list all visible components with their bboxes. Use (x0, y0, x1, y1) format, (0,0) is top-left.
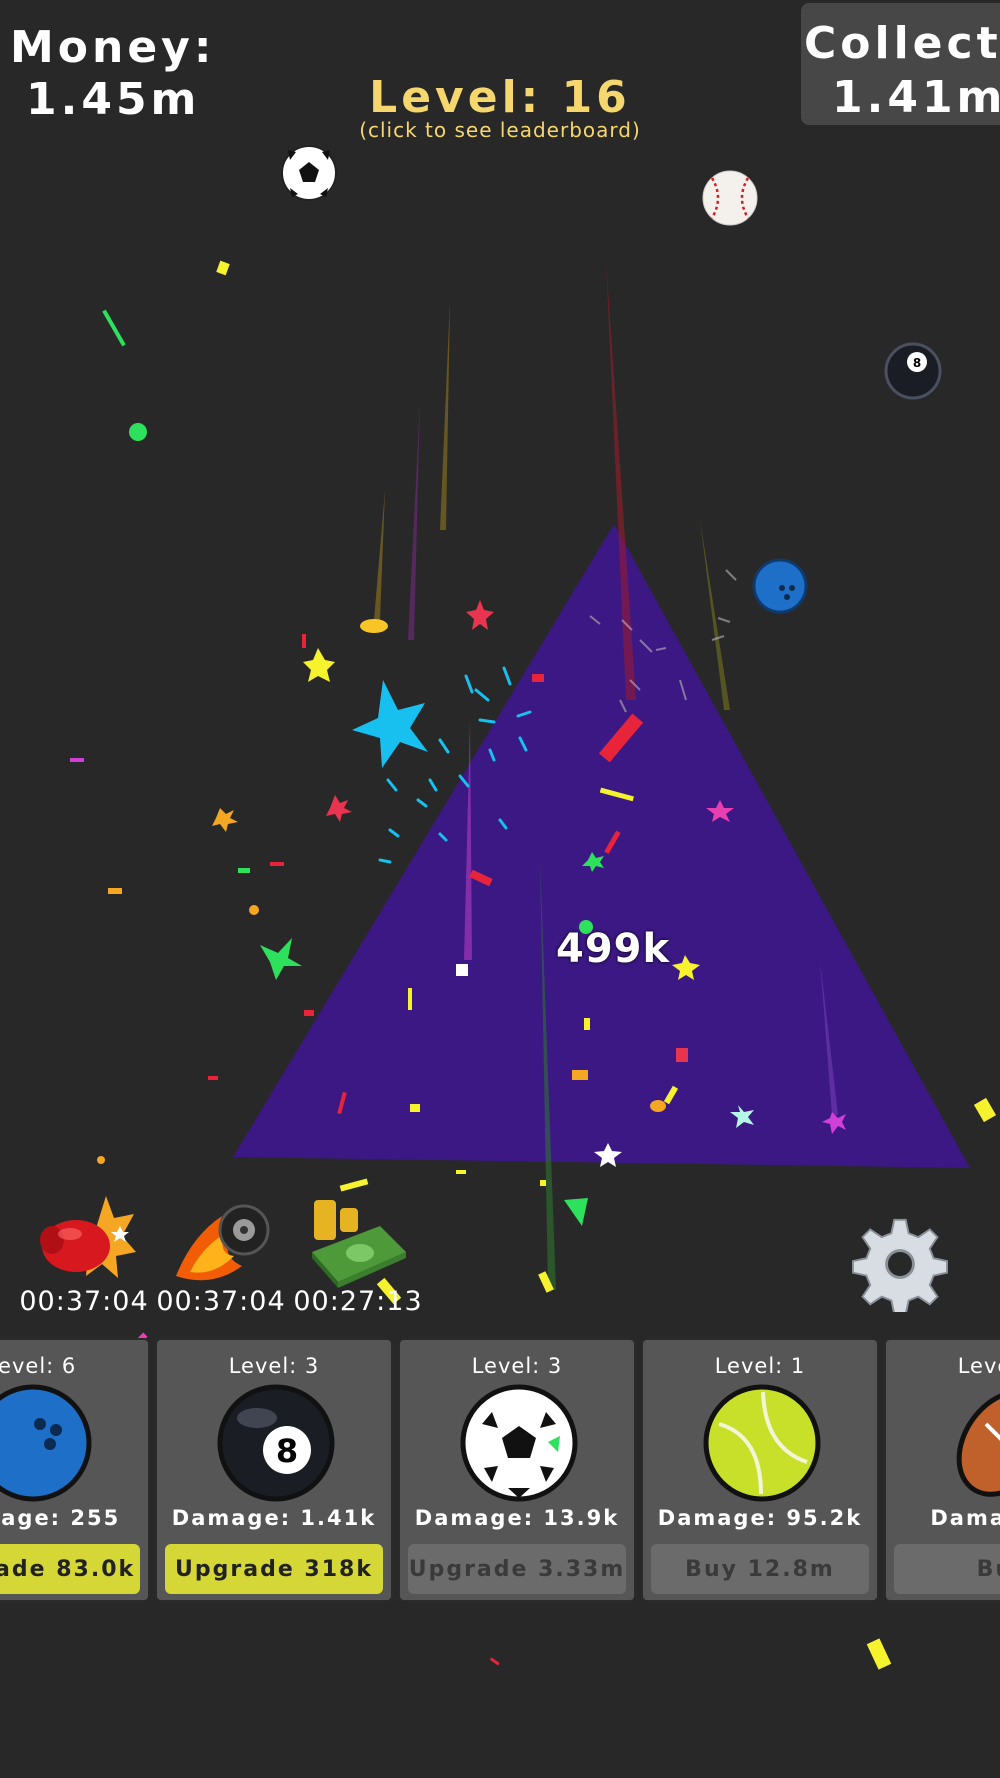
football-icon (956, 1389, 1000, 1497)
target-hit-value: 499k (556, 926, 671, 972)
level-title[interactable]: Level: 16 (0, 72, 1000, 123)
shop-card-eight-ball[interactable]: Level: 3 8 Damage: 1.41k Upgrade 318k (155, 1338, 393, 1602)
bowling-ball[interactable] (752, 558, 808, 614)
ball-damage: Damage: 0 (930, 1506, 1000, 1530)
tennis-ball-icon (703, 1384, 821, 1502)
boost-timer: 00:37:04 (19, 1286, 149, 1317)
money-stack-icon (312, 1200, 406, 1288)
buy-button[interactable]: Buy 12.8m (651, 1544, 869, 1594)
buy-button[interactable]: Buy (894, 1544, 1000, 1594)
upgrade-button[interactable]: Upgrade 318k (165, 1544, 383, 1594)
baseball[interactable] (702, 170, 758, 226)
boost-flaming-wheel[interactable] (172, 1196, 272, 1288)
ball-level: Level: 3 (228, 1354, 320, 1378)
svg-text:8: 8 (276, 1432, 298, 1470)
svg-text:8: 8 (913, 356, 921, 370)
boost-money-stack[interactable] (310, 1196, 410, 1288)
shop-card-football[interactable]: Level: 0 Damage: 0 Buy (884, 1338, 1000, 1602)
leaderboard-link[interactable]: (click to see leaderboard) (0, 118, 1000, 142)
upgrade-button[interactable]: Upgrade 3.33m (408, 1544, 626, 1594)
ball-level: Level: 6 (0, 1354, 77, 1378)
ball-level: Level: 0 (957, 1354, 1000, 1378)
shop-card-bowling[interactable]: Level: 6 Damage: 255 Upgrade 83.0k (0, 1338, 150, 1602)
eight-ball[interactable]: 8 (884, 342, 942, 400)
ball-damage: Damage: 1.41k (171, 1506, 377, 1530)
ball-damage: Damage: 255 (0, 1506, 121, 1530)
target-triangle[interactable] (233, 524, 970, 1168)
soccer-ball-icon (460, 1384, 578, 1502)
ball-level: Level: 1 (714, 1354, 806, 1378)
settings-gear-icon[interactable] (852, 1216, 948, 1312)
ball-level: Level: 3 (471, 1354, 563, 1378)
upgrade-button[interactable]: Upgrade 83.0k (0, 1544, 140, 1594)
ball-damage: Damage: 13.9k (414, 1506, 620, 1530)
boost-timer: 00:27:13 (293, 1286, 423, 1317)
boxing-glove-icon (40, 1196, 136, 1278)
ball-shop[interactable]: Level: 6 Damage: 255 Upgrade 83.0k Level… (0, 1338, 1000, 1604)
ball-damage: Damage: 95.2k (657, 1506, 863, 1530)
collect-label[interactable]: Collect: (804, 20, 1000, 68)
flaming-wheel-icon (176, 1204, 270, 1281)
boost-timer: 00:37:04 (156, 1286, 286, 1317)
bowling-ball-icon (0, 1384, 92, 1502)
boost-boxing-glove[interactable] (36, 1196, 136, 1288)
shop-card-tennis-ball[interactable]: Level: 1 Damage: 95.2k Buy 12.8m (641, 1338, 879, 1602)
money-label: Money: (10, 22, 216, 73)
eight-ball-icon: 8 (217, 1384, 335, 1502)
shop-card-soccer-ball[interactable]: Level: 3 Damage: 13.9k Upgrade 3.33m (398, 1338, 636, 1602)
soccer-ball[interactable] (281, 145, 337, 201)
